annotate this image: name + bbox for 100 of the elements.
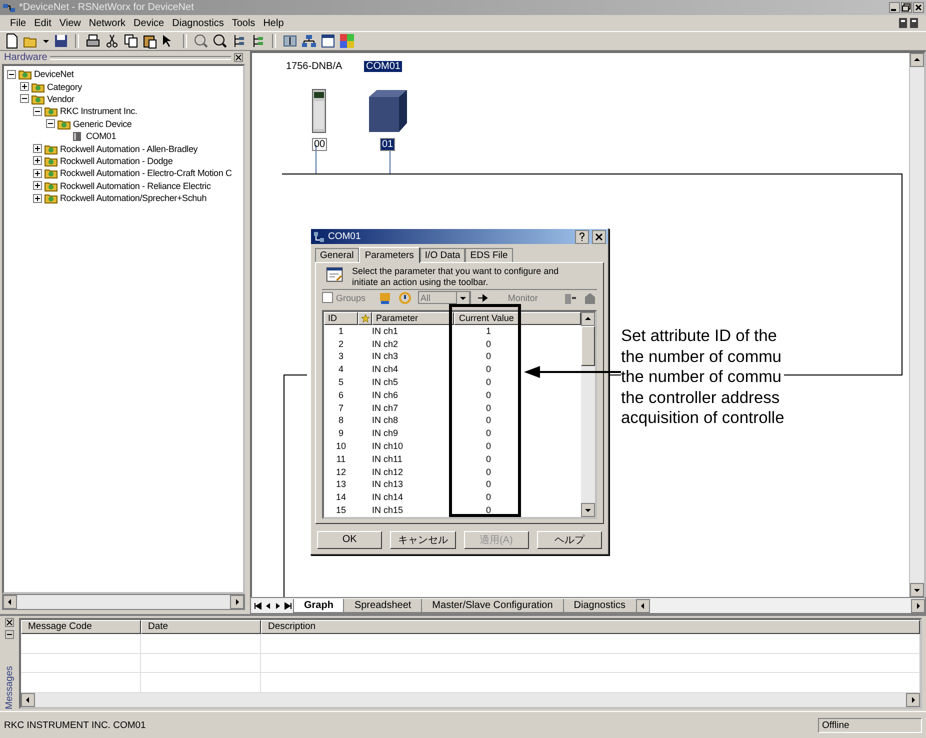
expand-icon[interactable] bbox=[33, 144, 42, 154]
help-icon[interactable] bbox=[575, 230, 589, 244]
network-icon[interactable] bbox=[301, 33, 317, 49]
device-label[interactable]: COM01 bbox=[364, 61, 402, 72]
color-blocks-icon[interactable] bbox=[339, 33, 355, 49]
sheet-tab[interactable]: Graph bbox=[293, 598, 344, 612]
folder-icon bbox=[31, 92, 45, 105]
sheet-tab[interactable]: Diagnostics bbox=[562, 598, 636, 612]
menu-item[interactable]: File bbox=[6, 18, 30, 28]
tree-item[interactable]: COM01 bbox=[86, 131, 116, 142]
dialog-button[interactable]: キャンセル bbox=[390, 530, 456, 549]
scroll-left-icon[interactable] bbox=[3, 595, 17, 609]
document-window-icon[interactable] bbox=[898, 17, 920, 29]
scroll-left-icon[interactable] bbox=[21, 693, 35, 708]
scroll-down-icon[interactable] bbox=[581, 502, 595, 517]
column-header[interactable]: Current Value bbox=[454, 312, 581, 325]
device-label[interactable]: 1756-DNB/A bbox=[284, 61, 344, 72]
sheet-tab[interactable]: Spreadsheet bbox=[343, 598, 422, 612]
window-icon[interactable] bbox=[320, 33, 336, 49]
tree-item[interactable]: Rockwell Automation/Sprecher+Schuh bbox=[60, 193, 207, 204]
new-file-icon[interactable] bbox=[4, 33, 20, 49]
zoom-out-icon[interactable] bbox=[212, 33, 228, 49]
expand-icon[interactable] bbox=[33, 194, 42, 203]
table-cell-text: IN ch13 bbox=[372, 478, 404, 492]
menu-item[interactable]: Device bbox=[130, 18, 168, 28]
controller-module-icon[interactable] bbox=[312, 89, 326, 133]
menu-item[interactable]: Tools bbox=[228, 18, 260, 28]
menu-item[interactable]: Edit bbox=[30, 18, 56, 28]
printer-icon[interactable] bbox=[85, 33, 101, 49]
tree-item[interactable]: DeviceNet bbox=[34, 69, 74, 80]
table-cell-text: IN ch15 bbox=[372, 504, 404, 517]
tree-item[interactable]: Category bbox=[47, 82, 82, 92]
sheet-tab[interactable]: Master/Slave Configuration bbox=[421, 598, 564, 612]
menu-item[interactable]: Diagnostics bbox=[168, 18, 228, 28]
scroll-left-icon[interactable] bbox=[636, 598, 650, 612]
cube-device-icon[interactable] bbox=[368, 89, 408, 133]
table-cell-text: 0 bbox=[485, 440, 492, 453]
expand-icon[interactable] bbox=[33, 168, 42, 178]
menu-item[interactable]: View bbox=[55, 18, 85, 28]
parameter-tool-icon[interactable] bbox=[378, 290, 392, 304]
collapse-icon[interactable] bbox=[7, 70, 16, 79]
menu-item[interactable]: Network bbox=[84, 18, 130, 28]
column-header[interactable]: Description bbox=[261, 620, 920, 634]
table-cell-text: 0 bbox=[485, 504, 492, 517]
annotation-text: acquisition of controlle bbox=[621, 408, 784, 428]
folder-icon bbox=[44, 154, 58, 167]
scroll-down-icon[interactable] bbox=[910, 583, 924, 597]
app-icon bbox=[2, 2, 16, 14]
column-header[interactable]: Parameter bbox=[372, 312, 454, 325]
table-cell-text: 13 bbox=[334, 478, 347, 492]
table-cell-text: IN ch10 bbox=[372, 440, 404, 453]
tree-item[interactable]: Vendor bbox=[47, 94, 74, 104]
dock-icon[interactable] bbox=[4, 630, 14, 639]
dialog-button[interactable]: ヘルプ bbox=[536, 530, 602, 549]
column-header[interactable]: Message Code bbox=[21, 620, 141, 634]
paste-icon[interactable] bbox=[142, 33, 158, 49]
dialog-tab[interactable]: I/O Data bbox=[420, 248, 466, 262]
star-icon bbox=[360, 314, 370, 323]
tree-item[interactable]: Rockwell Automation - Allen-Bradley bbox=[60, 144, 198, 154]
expand-icon[interactable] bbox=[33, 156, 42, 166]
tree-item[interactable]: RKC Instrument Inc. bbox=[60, 106, 138, 116]
dialog-tab[interactable]: Parameters bbox=[358, 247, 420, 263]
tab-last-icon[interactable] bbox=[283, 600, 293, 612]
close-icon[interactable] bbox=[592, 230, 606, 244]
tree-item[interactable]: Rockwell Automation - Dodge bbox=[60, 156, 173, 166]
folder-icon bbox=[44, 192, 58, 204]
close-icon[interactable] bbox=[913, 2, 924, 13]
scroll-right-icon[interactable] bbox=[906, 693, 920, 708]
tab-first-icon[interactable] bbox=[253, 600, 263, 612]
dialog-tab[interactable]: EDS File bbox=[465, 248, 513, 262]
tree-item[interactable]: Rockwell Automation - Electro-Craft Motion C bbox=[60, 168, 232, 178]
copy-icon[interactable] bbox=[123, 33, 139, 49]
expand-icon[interactable] bbox=[33, 181, 42, 190]
scroll-thumb[interactable] bbox=[581, 326, 595, 366]
table-cell-text: 12 bbox=[334, 466, 347, 478]
scroll-right-icon[interactable] bbox=[230, 595, 244, 609]
menu-item[interactable]: Help bbox=[259, 18, 288, 28]
scroll-up-icon[interactable] bbox=[581, 312, 595, 326]
zoom-in-icon[interactable] bbox=[193, 33, 209, 49]
folder-icon bbox=[57, 118, 71, 130]
save-icon[interactable] bbox=[53, 33, 69, 49]
dialog-button[interactable]: OK bbox=[317, 530, 382, 549]
close-icon[interactable] bbox=[4, 618, 14, 627]
collapse-icon[interactable] bbox=[20, 94, 29, 104]
minimize-icon[interactable] bbox=[889, 2, 900, 13]
scroll-right-icon[interactable] bbox=[911, 598, 925, 612]
scissors-icon[interactable] bbox=[104, 33, 120, 49]
collapse-icon[interactable] bbox=[46, 119, 55, 128]
folder-icon bbox=[44, 105, 58, 118]
column-header[interactable]: Date bbox=[141, 620, 261, 634]
tree-item[interactable]: Generic Device bbox=[73, 118, 132, 129]
panel-title: Hardware bbox=[4, 52, 48, 63]
column-header[interactable]: ID bbox=[324, 312, 358, 325]
tree-item[interactable]: Rockwell Automation - Reliance Electric bbox=[60, 180, 211, 191]
maximize-icon[interactable] bbox=[901, 2, 912, 13]
collapse-icon[interactable] bbox=[33, 106, 42, 116]
dialog-tab[interactable]: General bbox=[315, 248, 359, 262]
close-icon[interactable] bbox=[234, 53, 243, 62]
scroll-up-icon[interactable] bbox=[910, 53, 924, 67]
expand-icon[interactable] bbox=[20, 82, 29, 92]
